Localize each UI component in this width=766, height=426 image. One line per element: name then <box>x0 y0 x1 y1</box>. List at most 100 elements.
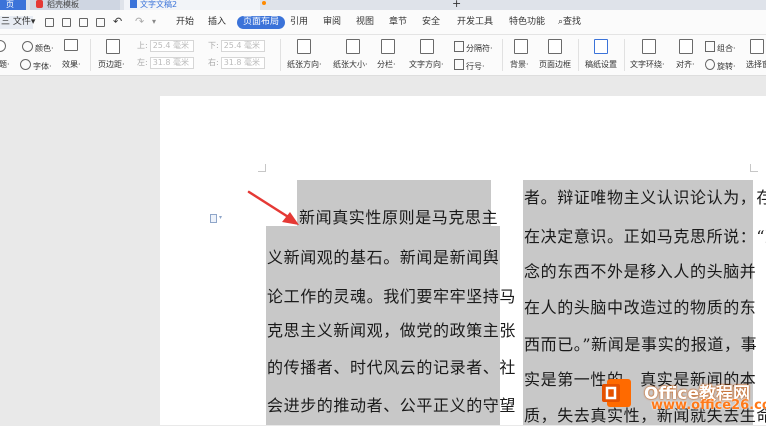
left-column-line[interactable]: 新闻真实性原则是马克思主 <box>299 208 498 228</box>
file-menu-label: 三 文件 <box>1 17 31 27</box>
columns-icon[interactable] <box>381 39 395 54</box>
page-background-icon[interactable] <box>514 39 528 54</box>
tab-template[interactable]: 稻壳模板 <box>30 0 120 10</box>
ribbon-divider <box>624 39 625 71</box>
right-margin-label: 右: <box>208 58 219 67</box>
left-margin-value[interactable]: 31.8 毫米 <box>149 57 194 69</box>
text-wrap-icon[interactable] <box>642 39 656 54</box>
redo-icon[interactable]: ↷ <box>135 15 144 28</box>
theme-icon[interactable] <box>0 40 6 52</box>
align-button[interactable]: 对齐· <box>676 59 695 70</box>
export-pdf-icon[interactable] <box>62 18 71 27</box>
office-logo-icon <box>602 379 631 407</box>
ribbon-divider <box>90 39 91 71</box>
undo-icon[interactable]: ↶ <box>113 15 122 28</box>
breaks-icon <box>454 41 464 52</box>
menu-chapter[interactable]: 章节 <box>389 16 407 29</box>
fonts-label: 字体· <box>33 62 52 71</box>
draft-paper-icon[interactable] <box>594 39 608 54</box>
colors-label: 颜色· <box>35 44 54 53</box>
menu-references[interactable]: 引用 <box>290 16 308 29</box>
rotate-icon <box>705 59 715 70</box>
draft-settings-button[interactable]: 稿纸设置 <box>585 59 617 70</box>
tab-home-label: 页 <box>6 0 14 9</box>
menu-view[interactable]: 视图 <box>356 16 374 29</box>
align-icon[interactable] <box>679 39 693 54</box>
docer-icon <box>36 0 43 8</box>
menu-special-features[interactable]: 特色功能 <box>509 16 545 29</box>
left-column-line[interactable]: 会进步的推动者、公平正义的守望 <box>267 396 516 416</box>
margins-button[interactable]: 页边距· <box>98 59 125 70</box>
colors-button[interactable]: 颜色· <box>22 41 54 54</box>
right-column-line[interactable]: 在决定意识。正如马克思所说：“观 <box>524 227 766 247</box>
menu-start[interactable]: 开始 <box>176 16 194 29</box>
right-column-line[interactable]: 西而已。”新闻是事实的报道，事 <box>524 335 757 355</box>
selection-pane-button[interactable]: 选择窗 <box>746 59 766 70</box>
right-column-line[interactable]: 者。辩证唯物主义认识论认为，存 <box>524 188 766 208</box>
save-icon[interactable] <box>45 18 54 27</box>
left-column-line[interactable]: 克思主义新闻观，做党的政策主张 <box>267 321 516 341</box>
right-margin-value[interactable]: 31.8 毫米 <box>220 57 265 69</box>
left-column-line[interactable]: 论工作的灵魂。我们要牢牢坚持马 <box>267 287 516 307</box>
ribbon-divider <box>280 39 281 71</box>
text-direction-icon[interactable] <box>420 39 434 54</box>
unsaved-dot-icon <box>262 1 266 5</box>
right-column-line[interactable]: 在人的头脑中改造过的物质的东 <box>524 298 756 318</box>
document-icon <box>130 0 137 8</box>
menu-bar: 三 文件▾ ↶ ↷ ▾ 开始 插入 页面布局 引用 审阅 视图 章节 安全 开发… <box>0 10 766 35</box>
watermark-site: www.office26.com <box>651 398 766 413</box>
right-column-line[interactable]: 念的东西不外是移入人的头脑并 <box>524 262 756 282</box>
paper-size-button[interactable]: 纸张大小· <box>333 59 368 70</box>
tab-document-label: 文字文稿2 <box>140 0 178 9</box>
new-tab-button[interactable]: + <box>452 0 461 10</box>
group-button[interactable]: 组合· <box>705 41 736 54</box>
menu-security[interactable]: 安全 <box>422 16 440 29</box>
margins-icon[interactable] <box>106 39 120 54</box>
menu-review[interactable]: 审阅 <box>323 16 341 29</box>
menu-developer-tools[interactable]: 开发工具 <box>457 16 493 29</box>
left-column-line[interactable]: 的传播者、时代风云的记录者、社 <box>267 358 516 378</box>
orientation-icon[interactable] <box>297 39 311 54</box>
print-icon[interactable] <box>79 18 88 27</box>
columns-button[interactable]: 分栏· <box>377 59 396 70</box>
margin-corner-mark <box>258 164 266 172</box>
selection-pane-icon[interactable] <box>750 39 764 54</box>
paragraph-layout-caret-icon[interactable]: ▾ <box>219 214 222 221</box>
top-margin-value[interactable]: 25.4 毫米 <box>149 40 194 52</box>
top-margin-field[interactable]: 上: 25.4 毫米 <box>137 40 194 52</box>
file-menu[interactable]: 三 文件▾ <box>0 16 35 29</box>
title-button[interactable]: 题· <box>0 59 10 70</box>
rotate-button[interactable]: 旋转· <box>705 59 736 72</box>
bottom-margin-label: 下: <box>208 41 219 50</box>
fonts-button[interactable]: 字体· <box>20 59 52 72</box>
tab-home[interactable]: 页 <box>0 0 26 10</box>
paper-size-icon[interactable] <box>346 39 360 54</box>
line-numbers-button[interactable]: 行号· <box>454 59 485 72</box>
orientation-button[interactable]: 纸张方向· <box>287 59 322 70</box>
line-numbers-icon <box>454 59 464 70</box>
print-preview-icon[interactable] <box>96 18 105 27</box>
line-numbers-label: 行号· <box>466 62 485 71</box>
bottom-margin-value[interactable]: 25.4 毫米 <box>220 40 265 52</box>
bottom-margin-field[interactable]: 下: 25.4 毫米 <box>208 40 265 52</box>
menu-page-layout[interactable]: 页面布局 <box>237 16 286 29</box>
text-wrap-button[interactable]: 文字环绕· <box>630 59 665 70</box>
left-column-line[interactable]: 义新闻观的基石。新闻是新闻舆 <box>267 248 499 268</box>
effects-button[interactable]: 效果· <box>62 59 81 70</box>
ribbon-page-layout: 颜色· 题· 字体· 效果· 页边距· 上: 25.4 毫米 左: 31.8 毫米 … <box>0 35 766 76</box>
page-border-icon[interactable] <box>548 39 562 54</box>
left-margin-field[interactable]: 左: 31.8 毫米 <box>137 57 194 69</box>
effects-preview-icon[interactable] <box>64 39 78 51</box>
margin-corner-mark <box>750 164 758 172</box>
text-direction-button[interactable]: 文字方向· <box>409 59 444 70</box>
tab-document[interactable]: 文字文稿2 <box>124 0 260 10</box>
breaks-button[interactable]: 分隔符· <box>454 41 493 54</box>
right-margin-field[interactable]: 右: 31.8 毫米 <box>208 57 265 69</box>
menu-insert[interactable]: 插入 <box>208 16 226 29</box>
page-border-button[interactable]: 页面边框 <box>539 59 571 70</box>
paragraph-layout-icon[interactable] <box>210 214 217 223</box>
quick-access-caret-icon[interactable]: ▾ <box>152 15 156 28</box>
search-button[interactable]: ⌕查找 <box>558 16 581 29</box>
ribbon-divider <box>578 39 579 71</box>
background-button[interactable]: 背景· <box>510 59 529 70</box>
